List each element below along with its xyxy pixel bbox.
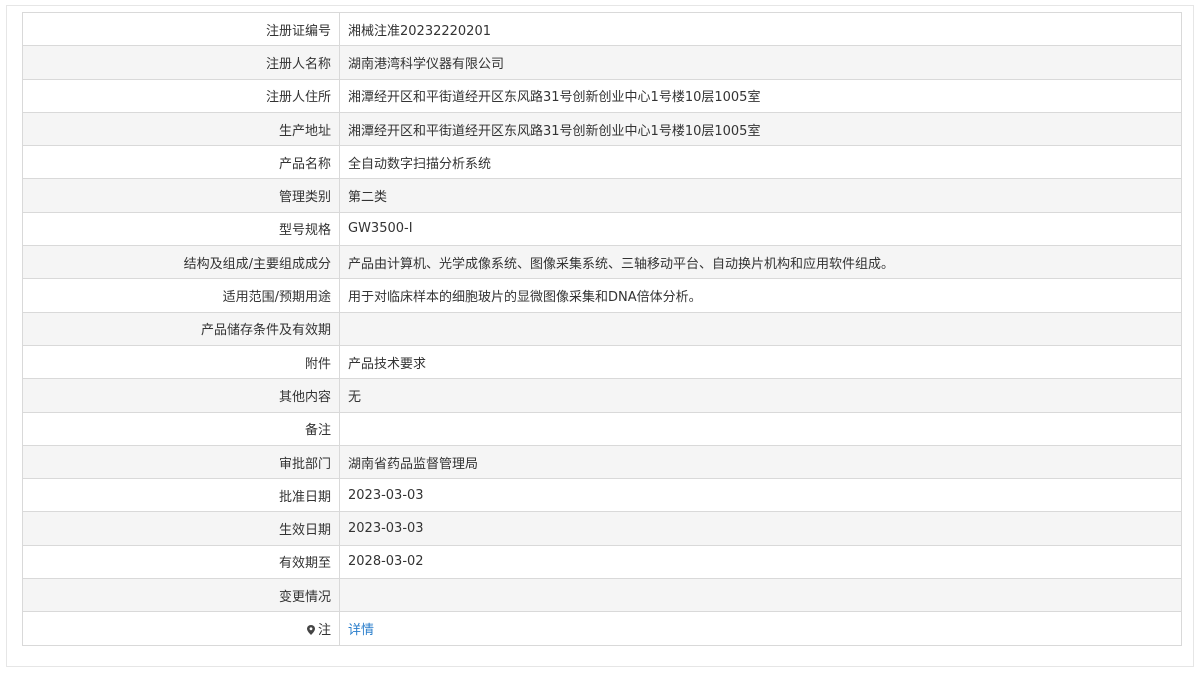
- row-value-effective-date: 2023-03-03: [339, 511, 1182, 546]
- table-row: 变更情况: [22, 578, 1182, 613]
- table-row: 结构及组成/主要组成成分 产品由计算机、光学成像系统、图像采集系统、三轴移动平台…: [22, 245, 1182, 280]
- table-row: 型号规格 GW3500-I: [22, 211, 1182, 247]
- row-label-registrant-name: 注册人名称: [22, 45, 340, 80]
- map-pin-icon: [306, 624, 315, 635]
- table-row: 注册证编号 湘械注准20232220201: [22, 11, 1182, 47]
- row-label-change-status: 变更情况: [22, 578, 340, 613]
- row-value-attachment: 产品技术要求: [339, 344, 1182, 380]
- registration-detail-table: 注册证编号 湘械注准20232220201 注册人名称 湖南港湾科学仪器有限公司…: [22, 11, 1182, 646]
- table-row: 产品储存条件及有效期: [22, 311, 1182, 346]
- row-label-effective-date: 生效日期: [22, 511, 340, 546]
- row-value-product-name: 全自动数字扫描分析系统: [339, 145, 1182, 180]
- note-label: 注: [317, 622, 331, 638]
- row-value-approval-date: 2023-03-03: [339, 478, 1182, 513]
- row-value-registration-number: 湘械注准20232220201: [339, 11, 1182, 47]
- row-value-structure-composition: 产品由计算机、光学成像系统、图像采集系统、三轴移动平台、自动换片机构和应用软件组…: [339, 245, 1182, 280]
- table-row: 备注: [22, 411, 1182, 446]
- table-row: 管理类别 第二类: [22, 178, 1182, 213]
- table-row: 生产地址 湘潭经开区和平街道经开区东风路31号创新创业中心1号楼10层1005室: [22, 111, 1182, 147]
- row-label-valid-until: 有效期至: [22, 544, 340, 580]
- table-row: 审批部门 湖南省药品监督管理局: [22, 444, 1182, 480]
- row-label-remarks: 备注: [22, 411, 340, 446]
- row-label-structure-composition: 结构及组成/主要组成成分: [22, 245, 340, 280]
- row-value-registrant-address: 湘潭经开区和平街道经开区东风路31号创新创业中心1号楼10层1005室: [339, 78, 1182, 113]
- row-value-intended-use: 用于对临床样本的细胞玻片的显微图像采集和DNA倍体分析。: [339, 278, 1182, 313]
- row-label-approval-date: 批准日期: [22, 478, 340, 513]
- row-label-registration-number: 注册证编号: [22, 11, 340, 47]
- row-label-other-content: 其他内容: [22, 378, 340, 413]
- row-value-storage-validity: [339, 311, 1182, 346]
- row-label-storage-validity: 产品储存条件及有效期: [22, 311, 340, 346]
- details-link[interactable]: 详情: [348, 623, 374, 638]
- table-row: 有效期至 2028-03-02: [22, 544, 1182, 580]
- row-label-attachment: 附件: [22, 344, 340, 380]
- table-row: 附件 产品技术要求: [22, 344, 1182, 380]
- row-label-approval-department: 审批部门: [22, 444, 340, 480]
- table-row: 注 详情: [22, 611, 1182, 646]
- row-label-production-address: 生产地址: [22, 111, 340, 147]
- row-value-note: 详情: [339, 611, 1182, 646]
- row-label-management-category: 管理类别: [22, 178, 340, 213]
- row-label-registrant-address: 注册人住所: [22, 78, 340, 113]
- table-row: 注册人名称 湖南港湾科学仪器有限公司: [22, 45, 1182, 80]
- row-value-production-address: 湘潭经开区和平街道经开区东风路31号创新创业中心1号楼10层1005室: [339, 111, 1182, 147]
- row-value-approval-department: 湖南省药品监督管理局: [339, 444, 1182, 480]
- table-row: 生效日期 2023-03-03: [22, 511, 1182, 546]
- row-value-model-spec: GW3500-I: [339, 211, 1182, 247]
- row-value-remarks: [339, 411, 1182, 446]
- row-label-intended-use: 适用范围/预期用途: [22, 278, 340, 313]
- table-row: 其他内容 无: [22, 378, 1182, 413]
- row-value-valid-until: 2028-03-02: [339, 544, 1182, 580]
- row-label-product-name: 产品名称: [22, 145, 340, 180]
- row-value-other-content: 无: [339, 378, 1182, 413]
- table-row: 注册人住所 湘潭经开区和平街道经开区东风路31号创新创业中心1号楼10层1005…: [22, 78, 1182, 113]
- table-row: 适用范围/预期用途 用于对临床样本的细胞玻片的显微图像采集和DNA倍体分析。: [22, 278, 1182, 313]
- row-value-change-status: [339, 578, 1182, 613]
- row-value-registrant-name: 湖南港湾科学仪器有限公司: [339, 45, 1182, 80]
- table-row: 批准日期 2023-03-03: [22, 478, 1182, 513]
- row-label-model-spec: 型号规格: [22, 211, 340, 247]
- row-label-note: 注: [22, 611, 340, 646]
- table-row: 产品名称 全自动数字扫描分析系统: [22, 145, 1182, 180]
- row-value-management-category: 第二类: [339, 178, 1182, 213]
